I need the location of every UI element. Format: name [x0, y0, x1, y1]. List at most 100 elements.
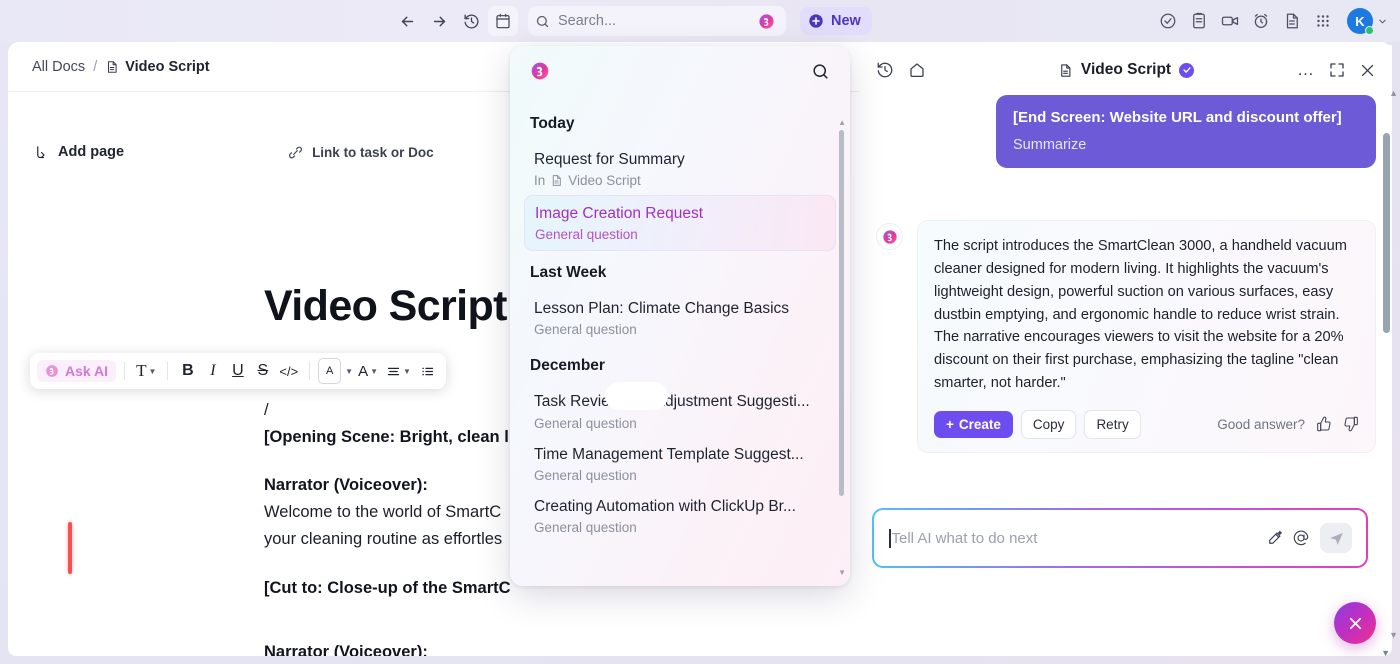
ai-panel-scrollbar[interactable] [1383, 133, 1390, 603]
history-scroll-up-arrow-icon[interactable]: ▲ [838, 118, 846, 127]
font-color-button[interactable]: A▼ [355, 358, 381, 384]
chevron-down-icon: ▼ [148, 367, 156, 376]
forward-arrow-icon[interactable] [424, 6, 454, 36]
verified-badge-icon [1179, 63, 1194, 78]
history-clock-icon[interactable] [456, 6, 486, 36]
toolbar-divider [124, 362, 125, 380]
history-list-item[interactable]: Request for Summary In Video Script [524, 143, 836, 195]
global-search-input[interactable]: Search... [528, 6, 786, 36]
breadcrumb-all-docs[interactable]: All Docs [32, 59, 85, 75]
calendar-icon[interactable] [488, 6, 518, 36]
chevron-down-icon[interactable]: ▼ [345, 367, 353, 376]
align-icon [386, 364, 401, 379]
close-ai-fab-button[interactable] [1334, 602, 1376, 644]
history-list-item-selected[interactable]: Image Creation Request General question [524, 195, 836, 251]
user-message-action: Summarize [1013, 137, 1359, 153]
ask-ai-button[interactable]: Ask AI [37, 360, 116, 382]
link-to-task-label: Link to task or Doc [312, 145, 434, 160]
ai-conversation: [End Screen: Website URL and discount of… [860, 95, 1392, 453]
history-list-item[interactable]: Task Review and Adjustment Suggesti... G… [524, 385, 836, 437]
scroll-up-arrow-icon[interactable]: ▲ [1389, 88, 1398, 98]
chevron-down-icon: ▼ [370, 367, 378, 376]
clipboard-icon[interactable] [1185, 7, 1213, 35]
more-options-icon[interactable]: … [1297, 65, 1315, 75]
feedback-group: Good answer? [1217, 416, 1359, 432]
history-item-doc-name: Video Script [568, 173, 641, 188]
retry-button[interactable]: Retry [1084, 410, 1140, 439]
doc-page-icon [105, 60, 119, 74]
add-page-button[interactable]: Add page [34, 144, 124, 160]
document-icon[interactable] [1278, 7, 1306, 35]
history-scrollbar-thumb[interactable] [839, 130, 844, 496]
strikethrough-button[interactable]: S [251, 358, 274, 384]
new-button[interactable]: New [800, 7, 872, 35]
ai-avatar-icon [876, 223, 903, 250]
apps-grid-icon[interactable] [1309, 7, 1337, 35]
history-list-item[interactable]: Time Management Template Suggest... Gene… [524, 438, 836, 490]
thumbs-down-icon[interactable] [1343, 416, 1359, 432]
chevron-down-icon: ▼ [403, 367, 411, 376]
bullet-list-button[interactable] [416, 358, 439, 384]
doc-icon [1058, 63, 1073, 78]
create-button[interactable]: + Create [934, 411, 1013, 438]
text-caret [889, 529, 891, 548]
history-item-title: Task Review and Adjustment Suggesti... [534, 392, 826, 412]
italic-button[interactable]: I [201, 358, 224, 384]
history-item-title: Request for Summary [534, 150, 826, 170]
alarm-clock-icon[interactable] [1247, 7, 1275, 35]
ai-message-actions: + Create Copy Retry Good answer? [934, 410, 1359, 439]
home-icon[interactable] [908, 61, 926, 79]
video-camera-icon[interactable] [1216, 7, 1244, 35]
back-arrow-icon[interactable] [392, 6, 422, 36]
history-group-label: Last Week [530, 264, 836, 282]
bold-button[interactable]: B [176, 358, 199, 384]
ask-ai-label: Ask AI [65, 363, 108, 379]
ai-message-text: The script introduces the SmartClean 300… [934, 235, 1359, 394]
expand-icon[interactable] [1329, 62, 1345, 78]
history-clock-icon[interactable] [876, 61, 894, 79]
user-menu[interactable]: K [1347, 8, 1388, 34]
close-icon [1346, 614, 1365, 633]
history-scroll-down-arrow-icon[interactable]: ▼ [838, 568, 846, 577]
at-mention-icon[interactable] [1288, 529, 1314, 547]
ai-prompt-input-container: Tell AI what to do next [872, 508, 1368, 568]
history-list-item[interactable]: Lesson Plan: Climate Change Basics Gener… [524, 292, 836, 344]
clickup-ai-icon[interactable] [753, 8, 779, 34]
text-style-button[interactable]: T▼ [133, 358, 159, 384]
ai-prompt-placeholder: Tell AI what to do next [892, 530, 1263, 547]
send-button[interactable] [1320, 523, 1352, 553]
link-to-task-button[interactable]: Link to task or Doc [288, 145, 434, 160]
text-cursor-marker [68, 522, 72, 574]
history-group-label: December [530, 357, 836, 375]
history-item-in-label: In [534, 173, 545, 188]
scrollbar-thumb[interactable] [1383, 133, 1390, 333]
align-button[interactable]: ▼ [383, 358, 414, 384]
ai-panel-header: Video Script … [860, 45, 1392, 95]
check-circle-icon[interactable] [1154, 7, 1182, 35]
breadcrumb-current[interactable]: Video Script [105, 59, 209, 75]
ai-history-dropdown: Today Request for Summary In Video Scrip… [510, 46, 850, 586]
breadcrumb-current-label: Video Script [125, 59, 209, 75]
clickup-ai-icon [45, 364, 59, 378]
ai-panel-title: Video Script [1058, 61, 1194, 79]
thumbs-up-icon[interactable] [1316, 416, 1332, 432]
scroll-down-arrow-icon[interactable]: ▼ [1389, 630, 1398, 640]
search-icon[interactable] [811, 62, 830, 81]
magic-wand-icon[interactable] [1262, 529, 1288, 547]
underline-button[interactable]: U [226, 358, 249, 384]
code-button[interactable]: </> [276, 358, 301, 384]
browser-toolbar: Search... New [0, 0, 1400, 42]
copy-button[interactable]: Copy [1021, 410, 1077, 439]
resize-corner-icon[interactable]: ▼ [1381, 648, 1390, 658]
link-icon [288, 145, 303, 160]
doc-icon [550, 174, 563, 187]
page-title[interactable]: Video Script [264, 282, 507, 331]
history-item-subtitle: General question [535, 227, 825, 242]
close-icon[interactable] [1359, 62, 1376, 79]
online-status-dot [1365, 26, 1374, 35]
highlight-button[interactable]: A [318, 358, 341, 384]
history-list-item[interactable]: Creating Automation with ClickUp Br... G… [524, 490, 836, 542]
ai-prompt-input[interactable]: Tell AI what to do next [874, 510, 1366, 566]
user-message-text: [End Screen: Website URL and discount of… [1013, 108, 1359, 128]
plus-circle-icon [808, 13, 824, 29]
